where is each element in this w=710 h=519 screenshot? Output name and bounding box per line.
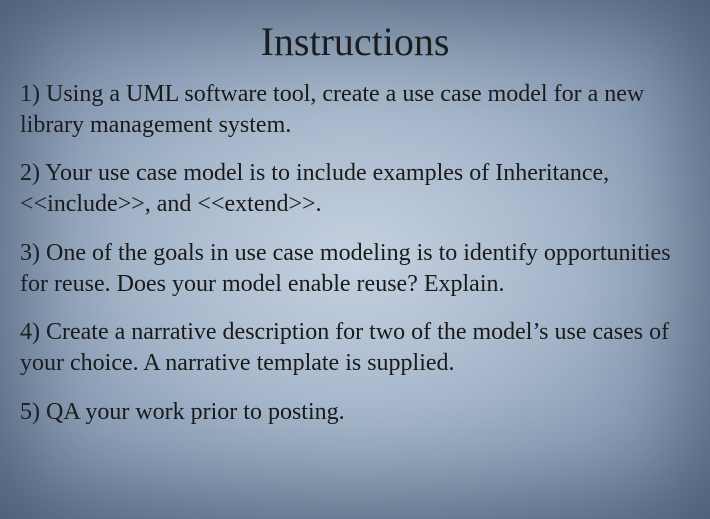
- instruction-item: 2) Your use case model is to include exa…: [20, 158, 690, 219]
- instruction-item: 3) One of the goals in use case modeling…: [20, 238, 690, 299]
- slide-title: Instructions: [20, 18, 690, 65]
- instruction-item: 4) Create a narrative description for tw…: [20, 317, 690, 378]
- instruction-item: 5) QA your work prior to posting.: [20, 397, 690, 428]
- instruction-list: 1) Using a UML software tool, create a u…: [20, 79, 690, 427]
- instruction-item: 1) Using a UML software tool, create a u…: [20, 79, 690, 140]
- slide-container: Instructions 1) Using a UML software too…: [0, 0, 710, 519]
